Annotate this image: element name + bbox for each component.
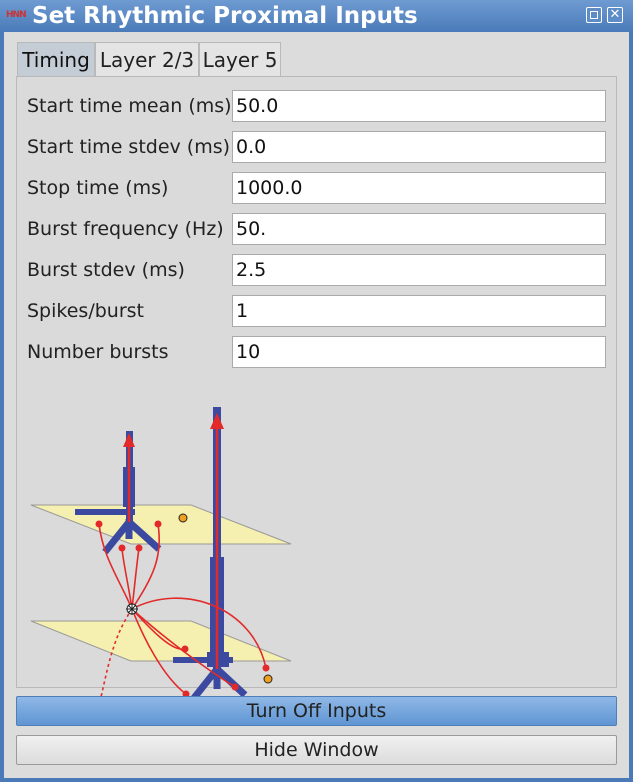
maximize-button[interactable] [586,7,602,23]
start-time-mean-input[interactable] [232,90,606,122]
hide-window-button[interactable]: Hide Window [16,735,617,765]
burst-stdev-input[interactable] [232,254,606,286]
burst-stdev-label: Burst stdev (ms) [27,259,185,281]
proximal-input-diagram [30,407,292,706]
window-title: Set Rhythmic Proximal Inputs [32,3,418,29]
tab-layer-5[interactable]: Layer 5 [199,42,281,76]
number-bursts-input[interactable] [232,336,606,368]
turn-off-inputs-button[interactable]: Turn Off Inputs [16,696,617,726]
burst-frequency-input[interactable] [232,213,606,245]
lower-layer-plane [30,620,292,662]
timing-panel: Start time mean (ms) Start time stdev (m… [16,76,617,706]
number-bursts-label: Number bursts [27,341,169,363]
start-time-stdev-input[interactable] [232,131,606,163]
synapse-dots [95,520,270,698]
stop-time-label: Stop time (ms) [27,177,169,199]
stop-time-input[interactable] [232,172,606,204]
hnn-app-icon: HNN [6,10,27,20]
spikes-burst-input[interactable] [232,295,606,327]
start-time-stdev-label: Start time stdev (ms) [27,136,231,158]
title-bar[interactable]: HNN Set Rhythmic Proximal Inputs ✕ [0,0,633,32]
dialog-window: HNN Set Rhythmic Proximal Inputs ✕ Timin… [0,0,633,782]
dialog-content: Timing Layer 2/3 Layer 5 Start time mean… [4,32,629,778]
tab-timing[interactable]: Timing [17,42,95,76]
burst-frequency-label: Burst frequency (Hz) [27,218,224,240]
close-button[interactable]: ✕ [607,7,623,23]
start-time-mean-label: Start time mean (ms) [27,95,232,117]
spikes-burst-label: Spikes/burst [27,300,144,322]
tab-layer-2-3[interactable]: Layer 2/3 [95,42,199,76]
